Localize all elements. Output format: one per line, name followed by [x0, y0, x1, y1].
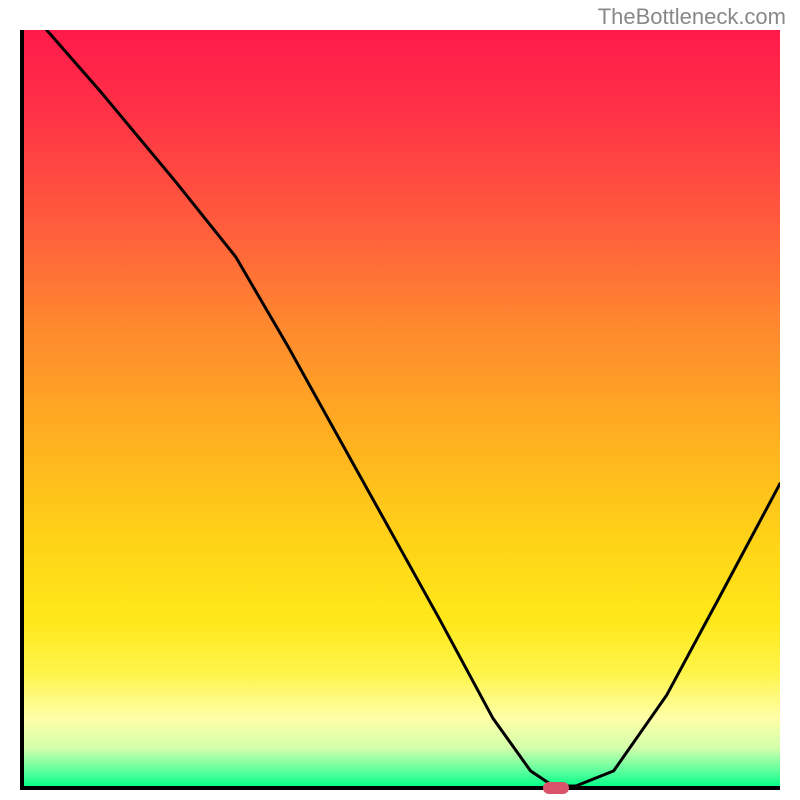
chart-line-path: [47, 30, 780, 786]
chart-line-layer: [24, 30, 780, 786]
chart-plot-area: [20, 30, 780, 790]
bottleneck-marker: [543, 782, 569, 794]
watermark-text: TheBottleneck.com: [598, 4, 786, 30]
